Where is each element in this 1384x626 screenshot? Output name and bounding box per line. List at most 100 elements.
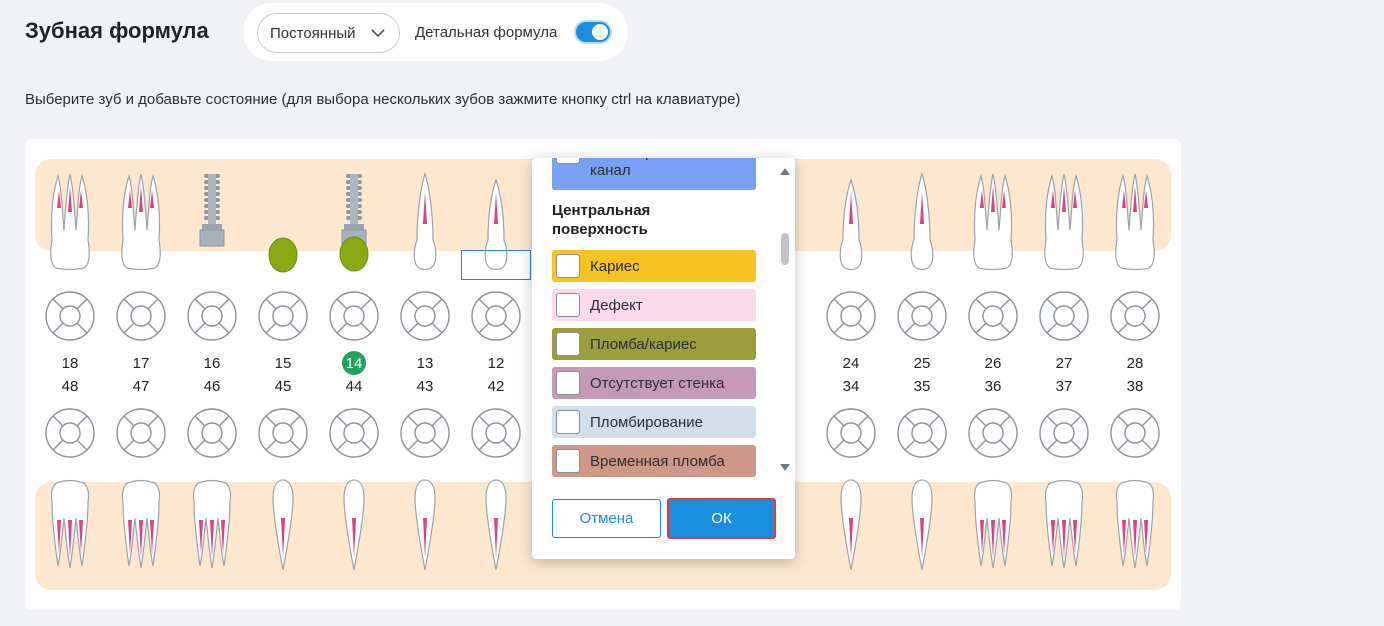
- tooth-surface-diagram[interactable]: [257, 407, 309, 459]
- tooth-number-lower[interactable]: 36: [978, 378, 1008, 395]
- tooth-number-lower[interactable]: 46: [197, 378, 227, 395]
- checkbox[interactable]: [556, 254, 580, 278]
- tooth-molar[interactable]: [117, 478, 165, 574]
- tooth-single-root[interactable]: [480, 478, 512, 574]
- tooth-surface-diagram[interactable]: [1038, 407, 1090, 459]
- tooth-surface-diagram[interactable]: [967, 407, 1019, 459]
- tooth-number-upper[interactable]: 15: [268, 355, 298, 372]
- tooth-single-root[interactable]: [835, 478, 867, 574]
- cancel-button[interactable]: Отмена: [552, 499, 661, 538]
- tooth-surface-diagram[interactable]: [1109, 290, 1161, 342]
- instruction-text: Выберите зуб и добавьте состояние (для в…: [25, 91, 741, 108]
- dentition-type-select[interactable]: Постоянный: [257, 13, 400, 53]
- checkbox[interactable]: [556, 293, 580, 317]
- checkbox[interactable]: [556, 371, 580, 395]
- tooth-number-lower[interactable]: 35: [907, 378, 937, 395]
- tooth-number-upper[interactable]: 24: [836, 355, 866, 372]
- tooth-number-upper[interactable]: 26: [978, 355, 1008, 372]
- tooth-molar[interactable]: [188, 478, 236, 574]
- implant[interactable]: [196, 172, 228, 250]
- checkbox[interactable]: [556, 449, 580, 473]
- condition-list[interactable]: Пломбированный канал Центральная поверхн…: [532, 158, 772, 480]
- tooth-number-lower[interactable]: 42: [481, 378, 511, 395]
- tooth-surface-diagram[interactable]: [1038, 290, 1090, 342]
- tooth-surface-diagram[interactable]: [470, 407, 522, 459]
- condition-dropdown: Пломбированный канал Центральная поверхн…: [532, 158, 795, 559]
- tooth-molar[interactable]: [46, 478, 94, 574]
- tooth-number-upper[interactable]: 16: [197, 355, 227, 372]
- tooth-molar[interactable]: [969, 170, 1017, 270]
- dentition-type-value: Постоянный: [270, 24, 356, 42]
- tooth-surface-diagram[interactable]: [328, 290, 380, 342]
- scroll-up-arrow-icon[interactable]: [779, 166, 791, 176]
- tooth-number-lower[interactable]: 43: [410, 378, 440, 395]
- option-filling[interactable]: Пломбирование: [552, 406, 756, 438]
- option-missing-wall[interactable]: Отсутствует стенка: [552, 367, 756, 399]
- tooth-number-upper[interactable]: 28: [1120, 355, 1150, 372]
- tooth-surface-diagram[interactable]: [115, 407, 167, 459]
- detail-formula-toggle[interactable]: [574, 20, 612, 44]
- tooth-surface-diagram[interactable]: [470, 290, 522, 342]
- tooth-surface-diagram[interactable]: [186, 407, 238, 459]
- tooth-surface-diagram[interactable]: [399, 407, 451, 459]
- tooth-single-root[interactable]: [338, 478, 370, 574]
- tooth-number-upper[interactable]: 18: [55, 355, 85, 372]
- tooth-surface-diagram[interactable]: [825, 290, 877, 342]
- option-caries[interactable]: Кариес: [552, 250, 756, 282]
- option-label: Временная пломба: [590, 452, 725, 470]
- tooth-molar[interactable]: [1111, 170, 1159, 270]
- tooth-number-lower[interactable]: 44: [339, 378, 369, 395]
- filling-marker[interactable]: [267, 235, 299, 275]
- tooth-number-lower[interactable]: 45: [268, 378, 298, 395]
- option-label: Отсутствует стенка: [590, 374, 725, 392]
- tooth-surface-diagram[interactable]: [825, 407, 877, 459]
- tooth-molar[interactable]: [1040, 170, 1088, 270]
- tooth-surface-diagram[interactable]: [399, 290, 451, 342]
- tooth-surface-diagram[interactable]: [896, 290, 948, 342]
- option-temporary-filling[interactable]: Временная пломба: [552, 445, 756, 477]
- tooth-surface-diagram[interactable]: [44, 407, 96, 459]
- tooth-molar[interactable]: [46, 170, 94, 270]
- tooth-single-root[interactable]: [906, 478, 938, 574]
- tooth-number-upper[interactable]: 27: [1049, 355, 1079, 372]
- tooth-surface-diagram[interactable]: [967, 290, 1019, 342]
- tooth-number-upper[interactable]: 13: [410, 355, 440, 372]
- tooth-single-root[interactable]: [267, 478, 299, 574]
- tooth-molar[interactable]: [1111, 478, 1159, 574]
- tooth-number-lower[interactable]: 47: [126, 378, 156, 395]
- filling-marker[interactable]: [338, 234, 370, 274]
- tooth-number-lower[interactable]: 48: [55, 378, 85, 395]
- tooth-molar[interactable]: [1040, 478, 1088, 574]
- section-title: Центральная поверхность: [552, 202, 651, 238]
- checkbox[interactable]: [556, 332, 580, 356]
- tooth-number-lower[interactable]: 37: [1049, 378, 1079, 395]
- ok-button[interactable]: ОК: [667, 498, 776, 539]
- checkbox[interactable]: [556, 410, 580, 434]
- tooth-surface-diagram[interactable]: [186, 290, 238, 342]
- tooth-single-root[interactable]: [409, 172, 441, 270]
- option-label: Кариес: [590, 257, 640, 275]
- tooth-molar[interactable]: [117, 170, 165, 270]
- tooth-surface-diagram[interactable]: [115, 290, 167, 342]
- tooth-single-root[interactable]: [409, 478, 441, 574]
- tooth-surface-diagram[interactable]: [328, 407, 380, 459]
- tooth-number-lower[interactable]: 34: [836, 378, 866, 395]
- tooth-number-upper[interactable]: 14: [339, 355, 369, 372]
- option-filled-canal[interactable]: Пломбированный канал: [552, 158, 756, 190]
- tooth-single-root[interactable]: [835, 172, 867, 270]
- tooth-number-upper[interactable]: 12: [481, 355, 511, 372]
- tooth-single-root[interactable]: [906, 172, 938, 270]
- tooth-surface-diagram[interactable]: [44, 290, 96, 342]
- tooth-surface-diagram[interactable]: [896, 407, 948, 459]
- tooth-number-upper[interactable]: 17: [126, 355, 156, 372]
- tooth-number-upper[interactable]: 25: [907, 355, 937, 372]
- tooth-surface-diagram[interactable]: [1109, 407, 1161, 459]
- scrollbar-thumb[interactable]: [781, 233, 789, 265]
- tooth-number-lower[interactable]: 38: [1120, 378, 1150, 395]
- tooth-surface-diagram[interactable]: [257, 290, 309, 342]
- checkbox[interactable]: [556, 158, 580, 164]
- tooth-molar[interactable]: [969, 478, 1017, 574]
- scroll-down-arrow-icon[interactable]: [779, 463, 791, 473]
- option-filling-caries[interactable]: Пломба/кариес: [552, 328, 756, 360]
- option-defect[interactable]: Дефект: [552, 289, 756, 321]
